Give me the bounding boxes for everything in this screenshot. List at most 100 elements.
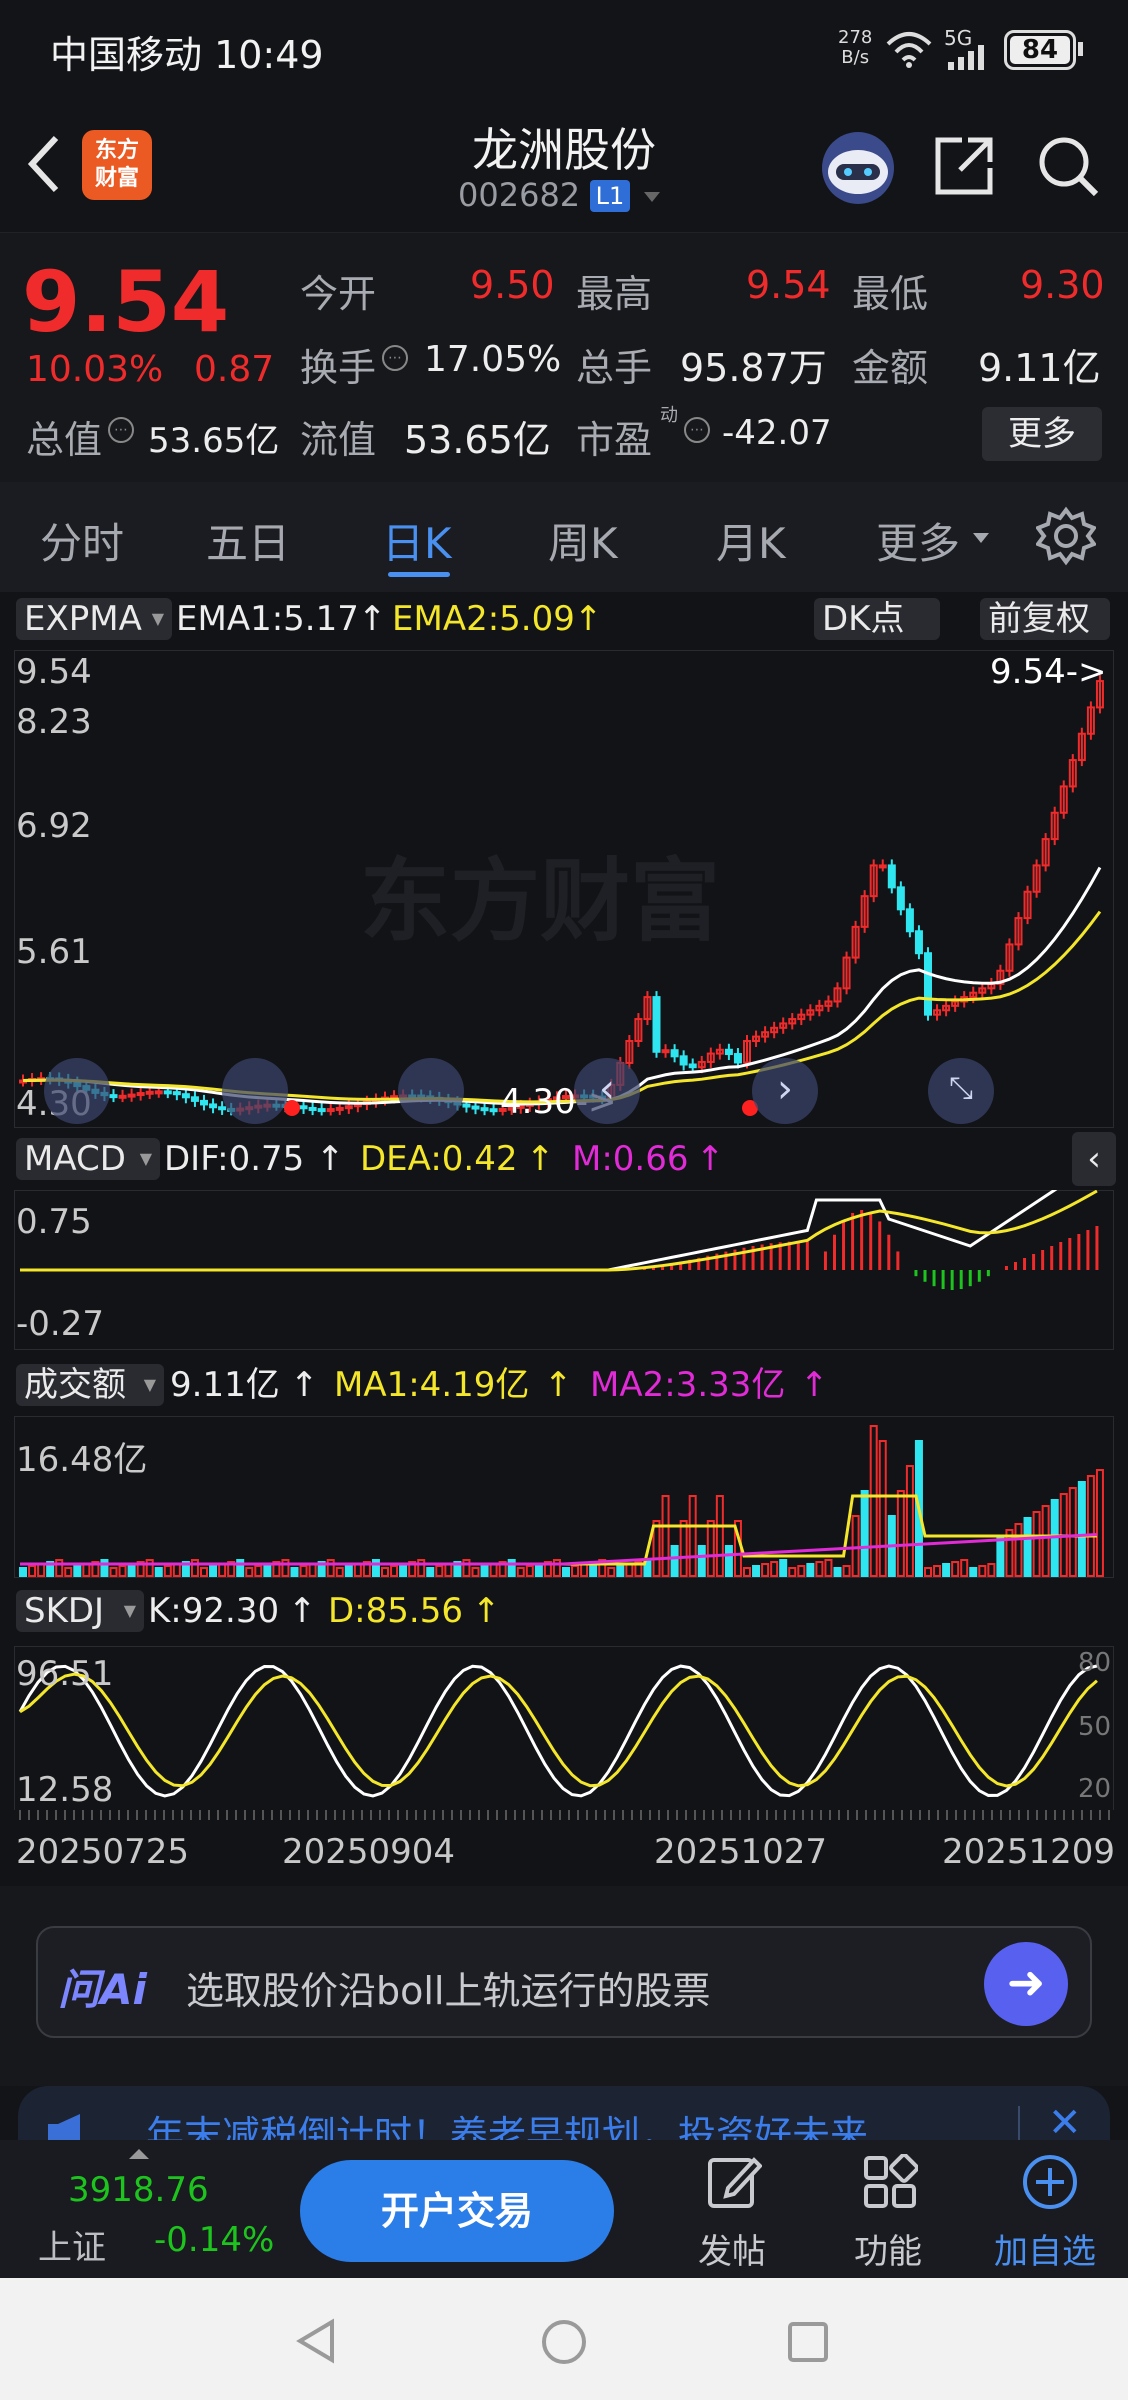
volume-bar	[797, 1565, 806, 1577]
volume-bar	[254, 1565, 263, 1577]
y-label: 8.23	[16, 702, 92, 742]
volume-chart[interactable]	[14, 1416, 1114, 1578]
collapse-left-icon[interactable]: ‹	[1072, 1132, 1116, 1186]
ai-ask-bar[interactable]: 问Ai 选取股价沿boll上轨运行的股票 ➜	[36, 1926, 1092, 2038]
carrier-time: 中国移动 10:49	[50, 33, 324, 77]
zoom-in-icon[interactable]	[398, 1058, 464, 1124]
index-name: 上证	[38, 2228, 106, 2268]
indicator-selector-skdj[interactable]: SKDJ ▼	[16, 1590, 144, 1632]
candle-body	[480, 1107, 489, 1112]
candle-body	[471, 1105, 480, 1110]
signal-icon	[948, 45, 984, 70]
indicator-selector-volume[interactable]: 成交额 ▼	[16, 1364, 164, 1406]
scroll-left-icon[interactable]	[44, 1058, 110, 1124]
turnover-label: 换手	[300, 346, 377, 390]
index-value[interactable]: 3918.76	[68, 2170, 209, 2210]
features-icon[interactable]	[862, 2154, 918, 2210]
candle-body	[118, 1094, 127, 1099]
promo-banner[interactable]: 年末减税倒计时！养老早规划，投资好未来 ✕	[18, 2086, 1110, 2146]
zoom-out-icon[interactable]	[222, 1058, 288, 1124]
indicator-selector-macd[interactable]: MACD ▼	[16, 1138, 160, 1180]
volume-bar	[118, 1565, 127, 1577]
candle-body	[887, 864, 896, 889]
caret-down-icon[interactable]	[972, 532, 990, 544]
volume-bar	[281, 1559, 290, 1577]
volume-bar	[1014, 1523, 1023, 1577]
info-icon[interactable]: ⋯	[684, 417, 710, 443]
volume-bar	[154, 1567, 163, 1577]
expand-up-icon[interactable]	[128, 2148, 150, 2160]
gear-icon[interactable]	[1036, 506, 1096, 566]
volume-bar	[562, 1567, 570, 1577]
volume-bar	[1068, 1487, 1077, 1577]
info-icon[interactable]: ⋯	[108, 417, 134, 443]
nav-back-icon[interactable]	[294, 2318, 340, 2364]
volume-bar	[37, 1563, 46, 1577]
volume-bar	[607, 1567, 616, 1577]
date-label: 20251209	[942, 1832, 1116, 1872]
macd-chart[interactable]	[14, 1190, 1114, 1350]
robot-assistant-icon[interactable]	[818, 128, 898, 208]
tab-five-day[interactable]: 五日	[206, 510, 290, 571]
volume-bar	[299, 1565, 308, 1577]
volume-bar	[779, 1559, 788, 1577]
volume-bar	[942, 1563, 951, 1577]
volume-bar	[896, 1490, 905, 1577]
indicator-selector-expma[interactable]: EXPMA ▼	[16, 598, 172, 640]
level-badge[interactable]: L1	[590, 180, 630, 212]
skdj-chart[interactable]	[14, 1646, 1114, 1816]
add-watchlist-icon[interactable]	[1020, 2152, 1080, 2212]
net-speed: 278 B/s	[838, 27, 873, 68]
vol-ma1-line	[20, 1494, 1097, 1566]
nav-home-icon[interactable]	[540, 2318, 588, 2366]
tab-weekly-k[interactable]: 周K	[548, 510, 618, 571]
dif-line	[20, 1190, 1058, 1272]
share-icon[interactable]	[932, 134, 996, 198]
next-icon[interactable]: ›	[752, 1058, 818, 1124]
high-value: 9.54	[746, 263, 831, 307]
volume-bar	[19, 1567, 27, 1577]
candle-body	[299, 1105, 308, 1110]
open-account-trade-button[interactable]: 开户交易	[300, 2160, 614, 2262]
post-icon[interactable]	[706, 2154, 762, 2210]
volume-bar	[625, 1563, 634, 1577]
volume-bar	[552, 1559, 561, 1577]
volume-bar	[371, 1559, 380, 1577]
tab-monthly-k[interactable]: 月K	[716, 510, 786, 571]
tab-intraday[interactable]: 分时	[40, 510, 124, 571]
pe-label: 市盈	[576, 418, 653, 462]
volume-bar	[724, 1545, 733, 1577]
candle-body	[661, 1049, 670, 1054]
nav-recents-icon[interactable]	[786, 2320, 830, 2364]
volume-bar	[824, 1559, 833, 1577]
turnover-value: 17.05%	[424, 339, 562, 380]
change-pct: 10.03%	[26, 349, 164, 390]
ai-send-button[interactable]: ➜	[984, 1942, 1068, 2026]
vol-y-top: 16.48亿	[16, 1440, 148, 1480]
search-icon[interactable]	[1036, 134, 1100, 198]
volume-bar	[679, 1520, 688, 1577]
kline-chart[interactable]	[14, 650, 1114, 1128]
volume-bar	[516, 1567, 525, 1577]
volume-bar	[109, 1567, 118, 1577]
info-icon[interactable]: ⋯	[382, 345, 408, 371]
price-adjust-button[interactable]: 前复权	[980, 598, 1110, 640]
dk-point-button[interactable]: DK点	[814, 598, 940, 640]
more-button[interactable]: 更多	[982, 407, 1102, 461]
y-label: 5.61	[16, 932, 92, 972]
chevron-down-icon[interactable]	[642, 190, 662, 204]
volume-bar	[190, 1559, 199, 1577]
ai-ask-placeholder[interactable]: 选取股价沿boll上轨运行的股票	[186, 1960, 711, 2015]
tab-more[interactable]: 更多	[876, 510, 960, 571]
prev-icon[interactable]: ‹	[574, 1058, 640, 1124]
bottom-toolbar: 3918.76 上证 -0.14% 开户交易 发帖 功能 加自选	[0, 2140, 1128, 2278]
volume-bar	[163, 1565, 172, 1577]
add-watchlist-label[interactable]: 加自选	[994, 2224, 1096, 2273]
wifi-icon	[886, 32, 932, 68]
tab-daily-k[interactable]: 日K	[382, 510, 452, 571]
post-label[interactable]: 发帖	[698, 2224, 766, 2273]
features-label[interactable]: 功能	[854, 2224, 922, 2273]
fullscreen-icon[interactable]: ⤡	[928, 1058, 994, 1124]
candle-body	[127, 1093, 136, 1098]
volume-bar	[1032, 1511, 1041, 1577]
